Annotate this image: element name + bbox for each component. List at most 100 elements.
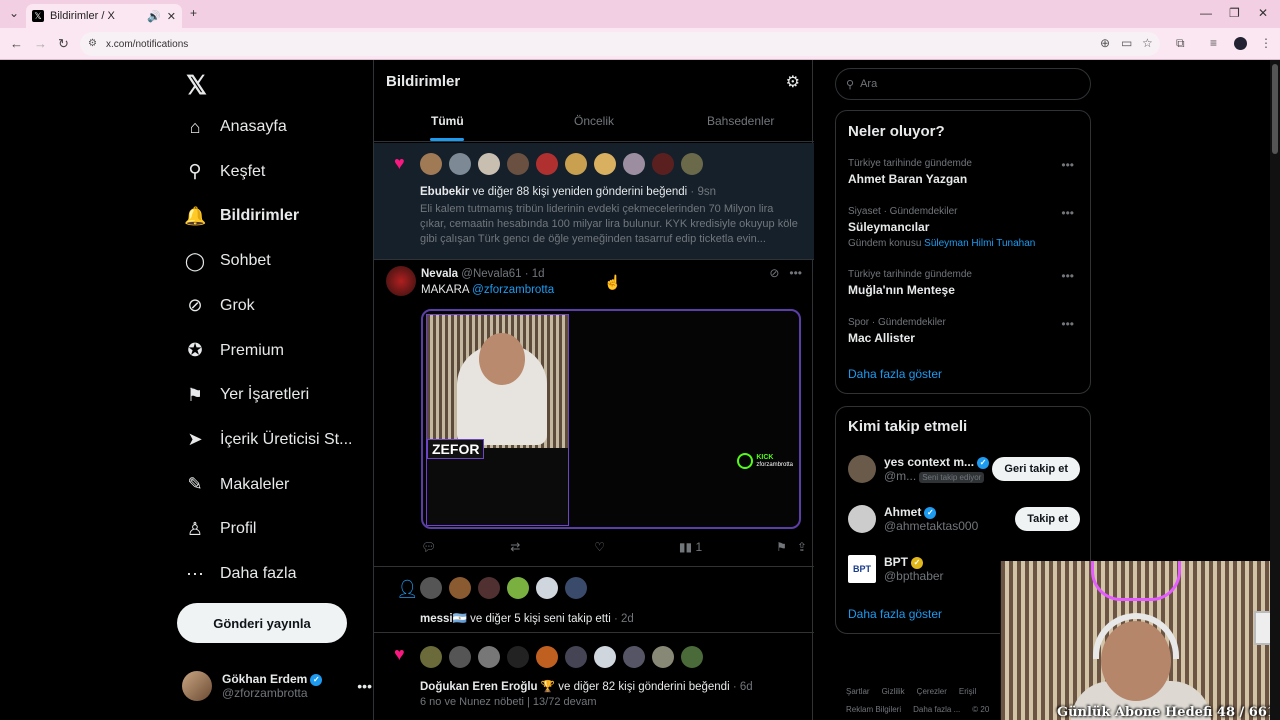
follow-back-button[interactable]: Geri takip et [992, 457, 1080, 481]
footer-link[interactable]: Erişil [959, 687, 976, 696]
zoom-icon[interactable]: ⊕ [1100, 36, 1110, 50]
browser-tab[interactable]: 𝕏 Bildirimler / X 🔊 ✕ [26, 4, 182, 28]
sidebar-item-search[interactable]: ⚲ Keşfet [184, 152, 265, 192]
sidebar-item-creator-studio[interactable]: ➤ İçerik Üreticisi St... [184, 420, 352, 460]
footer-link[interactable]: Çerezler [917, 687, 947, 696]
avatar[interactable] [449, 153, 471, 175]
avatar[interactable] [623, 646, 645, 668]
avatar[interactable] [536, 153, 558, 175]
avatar[interactable] [507, 577, 529, 599]
more-options-icon[interactable]: ••• [1061, 317, 1074, 331]
post-button[interactable]: Gönderi yayınla [177, 603, 347, 643]
account-switcher[interactable]: Gökhan Erdem ✓ @zforzambrotta ••• [182, 662, 372, 710]
extensions-icon[interactable]: ⧉ [1176, 36, 1185, 51]
reply-icon[interactable]: 💬︎ [421, 540, 436, 554]
mention-link[interactable]: @zforzambrotta [472, 284, 554, 296]
sidebar-item-profile[interactable]: ♙ Profil [184, 509, 257, 549]
like-notification[interactable]: ♥ Doğukan Eren Eroğlu 🏆 ve diğer 82 kişi… [374, 634, 814, 720]
tweet-author-name[interactable]: Nevala [421, 268, 458, 280]
sidebar-item-premium[interactable]: ✪ Premium [184, 331, 284, 371]
reload-icon[interactable]: ↻ [58, 36, 69, 52]
more-options-icon[interactable]: ••• [1061, 158, 1074, 172]
search-input[interactable]: ⚲ Ara [835, 68, 1091, 100]
suggested-user[interactable]: yes context m... ✓ @m... Seni takip ediyor… [848, 449, 1080, 489]
avatar[interactable] [420, 153, 442, 175]
avatar[interactable] [536, 577, 558, 599]
footer-link[interactable]: Reklam Bilgileri [846, 705, 901, 714]
avatar[interactable] [478, 646, 500, 668]
trend-item[interactable]: Siyaset · Gündemdekiler Süleymancılar Gü… [848, 206, 1080, 249]
x-logo-icon[interactable]: 𝕏 [186, 70, 207, 101]
cast-icon[interactable]: ▭ [1121, 36, 1132, 50]
avatar[interactable] [420, 577, 442, 599]
avatar[interactable] [681, 646, 703, 668]
site-info-icon[interactable]: ⚙ [88, 38, 97, 49]
tab-search-icon[interactable]: ⌄ [9, 6, 19, 20]
retweet-icon[interactable]: ⇄ [510, 540, 520, 554]
sidebar-item-home[interactable]: ⌂ Anasayfa [184, 107, 287, 147]
avatar[interactable] [594, 646, 616, 668]
footer-link[interactable]: Daha fazla ... [913, 705, 960, 714]
sidebar-item-more[interactable]: ⋯ Daha fazla [184, 554, 297, 594]
avatar[interactable] [565, 646, 587, 668]
avatar[interactable] [507, 153, 529, 175]
back-icon[interactable]: ← [10, 36, 23, 51]
minimize-icon[interactable]: — [1200, 6, 1212, 20]
share-icon[interactable]: ⇪ [797, 540, 807, 554]
follow-notification[interactable]: 👤︎ messi🇦🇷 ve diğer 5 kişi seni takip et… [374, 567, 814, 633]
avatar[interactable] [536, 646, 558, 668]
avatar[interactable] [420, 646, 442, 668]
like-notification[interactable]: ♥ Ebubekir ve diğer 88 kişi yeniden gönd… [374, 143, 814, 260]
tweet[interactable]: Nevala @Nevala61 · 1d ⊘ ••• MAKARA @zfor… [374, 260, 814, 567]
show-more-link[interactable]: Daha fazla göster [848, 367, 942, 381]
bookmark-star-icon[interactable]: ☆ [1142, 36, 1153, 50]
avatar[interactable] [449, 577, 471, 599]
avatar[interactable] [652, 153, 674, 175]
tab-all[interactable]: Tümü [374, 100, 521, 141]
sidebar-item-chat[interactable]: ◯ Sohbet [184, 241, 271, 281]
window-close-icon[interactable]: ✕ [1258, 6, 1268, 20]
avatar[interactable] [565, 577, 587, 599]
footer-link[interactable]: Şartlar [846, 687, 870, 696]
settings-icon[interactable]: ⚙ [786, 72, 800, 92]
tab-mentions[interactable]: Bahsedenler [667, 100, 814, 141]
avatar[interactable] [652, 646, 674, 668]
url-field[interactable]: ⚙ x.com/notifications [80, 32, 1160, 56]
scrollbar[interactable] [1270, 60, 1280, 720]
avatar[interactable] [623, 153, 645, 175]
trend-item[interactable]: Spor · Gündemdekiler Mac Allister ••• [848, 317, 1080, 345]
tab-close-icon[interactable]: ✕ [167, 10, 176, 23]
bookmark-icon[interactable]: ⚑ [776, 540, 787, 554]
more-options-icon[interactable]: ••• [357, 678, 372, 694]
forward-icon[interactable]: → [34, 36, 47, 51]
avatar[interactable] [386, 266, 416, 296]
profile-avatar-icon[interactable] [1234, 37, 1247, 50]
avatar[interactable] [565, 153, 587, 175]
media-control-icon[interactable]: ≡ [1210, 36, 1217, 50]
trend-topic-link[interactable]: Süleyman Hilmi Tunahan [924, 238, 1035, 249]
footer-link[interactable]: Gizlilik [882, 687, 905, 696]
like-icon[interactable]: ♡ [594, 540, 605, 554]
views-button[interactable]: ▮▮ 1 [679, 540, 702, 554]
trend-item[interactable]: Türkiye tarihinde gündemde Ahmet Baran Y… [848, 158, 1080, 186]
more-options-icon[interactable]: ••• [1061, 269, 1074, 283]
suggested-user[interactable]: Ahmet ✓ @ahmetaktas000 Takip et [848, 499, 1080, 539]
avatar[interactable] [507, 646, 529, 668]
more-options-icon[interactable]: ••• [789, 266, 802, 280]
avatar[interactable] [681, 153, 703, 175]
sidebar-item-bookmark[interactable]: ⚑ Yer İşaretleri [184, 375, 309, 415]
avatar[interactable] [594, 153, 616, 175]
avatar[interactable] [449, 646, 471, 668]
browser-menu-icon[interactable]: ⋮ [1260, 36, 1272, 50]
scrollbar-thumb[interactable] [1272, 64, 1278, 154]
avatar[interactable] [478, 153, 500, 175]
speaker-icon[interactable]: 🔊 [147, 10, 161, 23]
sidebar-item-articles[interactable]: ✎ Makaleler [184, 465, 289, 505]
avatar[interactable] [478, 577, 500, 599]
trend-item[interactable]: Türkiye tarihinde gündemde Muğla'nın Men… [848, 269, 1080, 297]
follow-button[interactable]: Takip et [1015, 507, 1080, 531]
grok-icon[interactable]: ⊘ [769, 266, 779, 280]
show-more-link[interactable]: Daha fazla göster [848, 607, 942, 621]
tweet-media[interactable]: ZEFOR KICK zforzambrotta [421, 309, 801, 529]
more-options-icon[interactable]: ••• [1061, 206, 1074, 220]
